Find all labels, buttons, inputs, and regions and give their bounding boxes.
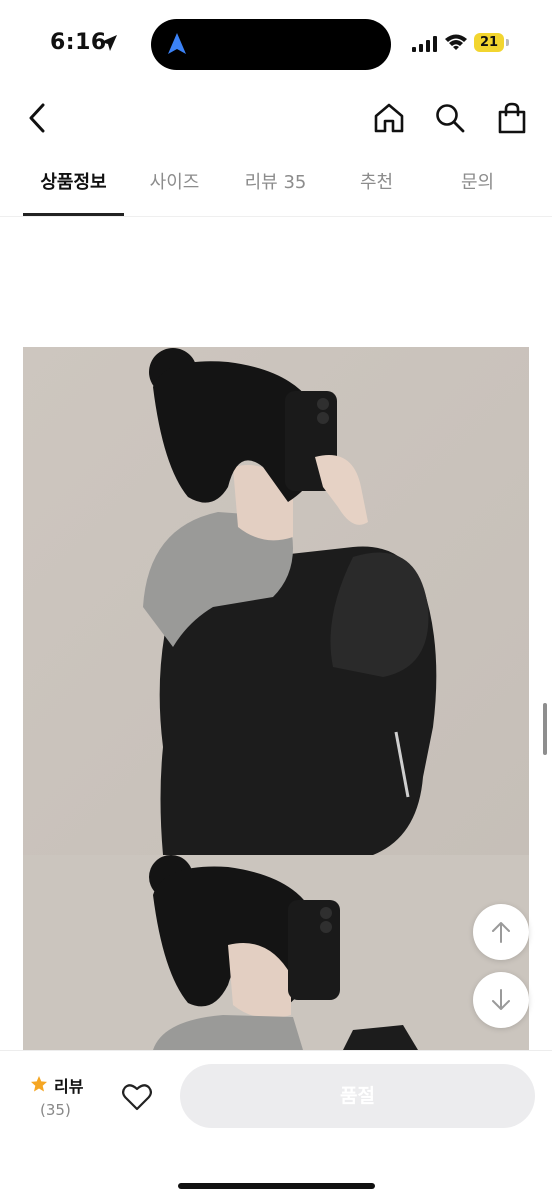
- home-icon: [374, 103, 404, 133]
- back-chevron-icon: [29, 103, 45, 133]
- home-button[interactable]: [369, 98, 409, 138]
- review-count: (35): [40, 1101, 71, 1119]
- heart-icon: [122, 1084, 152, 1111]
- cart-button[interactable]: [492, 98, 532, 138]
- shopping-bag-icon: [498, 102, 526, 134]
- navigation-arrow-icon: [168, 33, 186, 54]
- star-icon: [31, 1076, 47, 1092]
- review-label: 리뷰: [54, 1077, 84, 1096]
- location-arrow-icon: [101, 35, 117, 51]
- wifi-icon: [445, 34, 467, 50]
- home-indicator[interactable]: [178, 1183, 375, 1189]
- search-button[interactable]: [430, 98, 470, 138]
- scroll-to-top-button[interactable]: [473, 904, 529, 960]
- wishlist-button[interactable]: [117, 1077, 157, 1117]
- arrow-down-icon: [492, 989, 510, 1010]
- tabs-divider: [0, 216, 552, 217]
- back-button[interactable]: [18, 98, 58, 138]
- tab-inquiry[interactable]: 문의: [427, 150, 528, 216]
- status-bar: 6:16 21: [0, 0, 552, 90]
- scrollbar[interactable]: [543, 703, 547, 755]
- top-navigation: [0, 90, 552, 150]
- sold-out-button[interactable]: 품절: [180, 1064, 535, 1128]
- product-photo: [23, 855, 529, 1050]
- tab-recommend[interactable]: 추천: [326, 150, 427, 216]
- scroll-to-bottom-button[interactable]: [473, 972, 529, 1028]
- battery-tip: [506, 39, 509, 46]
- tab-reviews[interactable]: 리뷰 35: [225, 150, 326, 216]
- battery-level: 21: [474, 33, 504, 52]
- arrow-up-icon: [492, 922, 510, 943]
- cellular-signal-icon: [412, 36, 437, 52]
- tab-product-info[interactable]: 상품정보: [23, 150, 124, 216]
- product-photo: [23, 347, 529, 855]
- search-icon: [436, 104, 465, 133]
- tab-size[interactable]: 사이즈: [124, 150, 225, 216]
- product-tabs: 상품정보 사이즈 리뷰 35 추천 문의: [23, 150, 529, 216]
- bottom-action-bar: 리뷰 (35) 품절: [0, 1050, 552, 1201]
